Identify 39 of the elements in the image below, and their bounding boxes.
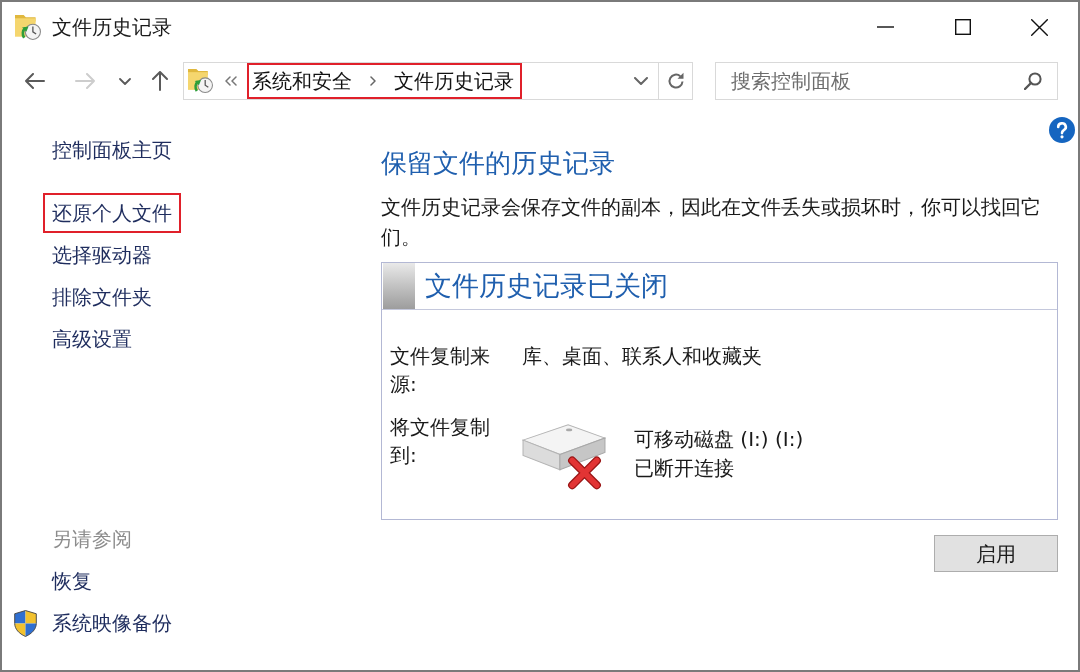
- window-title: 文件历史记录: [52, 14, 172, 41]
- search-icon[interactable]: [1024, 72, 1042, 90]
- close-icon: [1031, 18, 1048, 36]
- search-field[interactable]: 搜索控制面板: [715, 62, 1058, 100]
- help-icon[interactable]: [1049, 117, 1075, 143]
- field-label: 将文件复制到:: [390, 414, 491, 469]
- sidebar-link[interactable]: 系统映像备份: [52, 609, 172, 637]
- maximize-icon: [954, 19, 971, 35]
- shield-icon: [13, 609, 38, 637]
- description-text: 文件历史记录会保存文件的副本，因此在文件丢失或损坏时，你可以找回它们。: [381, 194, 1042, 251]
- chevron-down-icon[interactable]: [634, 77, 648, 85]
- sidebar-link[interactable]: 恢复: [52, 567, 92, 595]
- chevron-right-icon[interactable]: [370, 76, 376, 86]
- drive-status: 已断开连接: [634, 455, 735, 482]
- refresh-icon: [666, 72, 685, 90]
- status-title: 文件历史记录已关闭: [425, 269, 668, 303]
- arrow-right-icon: [75, 73, 95, 89]
- breadcrumb-link[interactable]: 文件历史记录: [394, 67, 514, 95]
- sidebar-link[interactable]: 高级设置: [43, 319, 141, 359]
- refresh-button[interactable]: [659, 62, 693, 100]
- folder-clock-icon: [188, 69, 213, 93]
- drive-name: 可移动磁盘 (I:) (I:): [634, 426, 804, 453]
- arrow-up-icon: [152, 71, 168, 91]
- field-label: 文件复制来源:: [390, 343, 491, 398]
- sidebar-link[interactable]: 选择驱动器: [43, 235, 161, 275]
- page-heading: 保留文件的历史记录: [381, 147, 615, 180]
- double-chevron-icon[interactable]: [225, 76, 237, 86]
- field-value: 库、桌面、联系人和收藏夹: [522, 343, 762, 370]
- chevron-down-icon: [119, 77, 131, 85]
- arrow-left-icon: [25, 73, 45, 89]
- sidebar-link[interactable]: 控制面板主页: [43, 130, 181, 170]
- address-bar[interactable]: 系统和安全 文件历史记录: [183, 62, 659, 100]
- breadcrumb-link[interactable]: 系统和安全: [252, 67, 352, 95]
- minimize-icon: [877, 26, 894, 28]
- enable-button[interactable]: 启用: [934, 535, 1058, 572]
- section-heading: 另请参阅: [52, 526, 132, 553]
- folder-clock-icon: [15, 14, 41, 40]
- sidebar-link[interactable]: 排除文件夹: [43, 277, 161, 317]
- sidebar-link[interactable]: 还原个人文件: [43, 193, 181, 233]
